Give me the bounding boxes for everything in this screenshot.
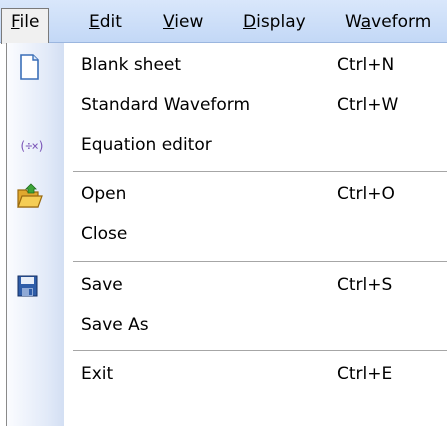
menu-display-label: isplay: [256, 12, 306, 32]
menu-bar: File Edit View Display Waveform: [0, 0, 447, 44]
menu-separator: [73, 171, 447, 172]
menu-item-save[interactable]: Save Ctrl+S: [7, 269, 447, 307]
menu-file-label: ile: [19, 12, 40, 32]
menu-item-standard-waveform[interactable]: Standard Waveform Ctrl+W: [7, 89, 447, 127]
menu-item-label: Exit: [81, 364, 114, 384]
menu-item-close[interactable]: Close: [7, 218, 447, 256]
file-menu-dropdown: Blank sheet Ctrl+N Standard Waveform Ctr…: [6, 43, 447, 426]
blank-sheet-icon: [7, 49, 64, 87]
menu-edit-label: dit: [99, 12, 122, 32]
menu-separator: [73, 350, 447, 351]
menu-display-mnemonic: D: [243, 12, 257, 32]
floppy-disk-icon: [7, 269, 64, 307]
menu-item-shortcut: Ctrl+O: [337, 184, 395, 204]
menu-item-label: Equation editor: [81, 135, 212, 155]
menu-item-shortcut: Ctrl+W: [337, 95, 399, 115]
equation-editor-glyph: (÷×): [19, 139, 45, 153]
menu-view-mnemonic: V: [163, 12, 175, 32]
menu-item-label: Standard Waveform: [81, 95, 251, 115]
equation-editor-icon: (÷×): [7, 129, 64, 167]
menu-item-shortcut: Ctrl+S: [337, 275, 393, 295]
menu-view-label: iew: [174, 12, 204, 32]
menu-display[interactable]: Display: [243, 9, 306, 43]
menu-item-open[interactable]: Open Ctrl+O: [7, 178, 447, 216]
menu-item-equation-editor[interactable]: (÷×) Equation editor: [7, 129, 447, 167]
menu-item-label: Save: [81, 275, 123, 295]
menu-waveform-label-pre: W: [345, 12, 361, 32]
menu-item-label: Open: [81, 184, 127, 204]
open-folder-icon: [7, 178, 64, 216]
menu-waveform[interactable]: Waveform: [345, 9, 431, 43]
menu-item-blank-sheet[interactable]: Blank sheet Ctrl+N: [7, 49, 447, 87]
menu-item-exit[interactable]: Exit Ctrl+E: [7, 358, 447, 396]
menu-view[interactable]: View: [163, 9, 203, 43]
app-window: File Edit View Display Waveform Blank sh…: [0, 0, 447, 426]
menu-item-label: Close: [81, 224, 128, 244]
menu-file[interactable]: File: [1, 8, 50, 44]
menu-item-shortcut: Ctrl+E: [337, 364, 393, 384]
menu-separator: [73, 261, 447, 262]
menu-edit[interactable]: Edit: [89, 9, 122, 43]
menu-item-label: Blank sheet: [81, 55, 182, 75]
menu-waveform-mnemonic: a: [360, 12, 372, 32]
menu-item-shortcut: Ctrl+N: [337, 55, 395, 75]
menu-item-label: Save As: [81, 315, 149, 335]
menu-item-save-as[interactable]: Save As: [7, 309, 447, 347]
menu-file-mnemonic: F: [11, 12, 20, 32]
menu-edit-mnemonic: E: [89, 12, 100, 32]
menu-waveform-label: veform: [371, 12, 432, 32]
